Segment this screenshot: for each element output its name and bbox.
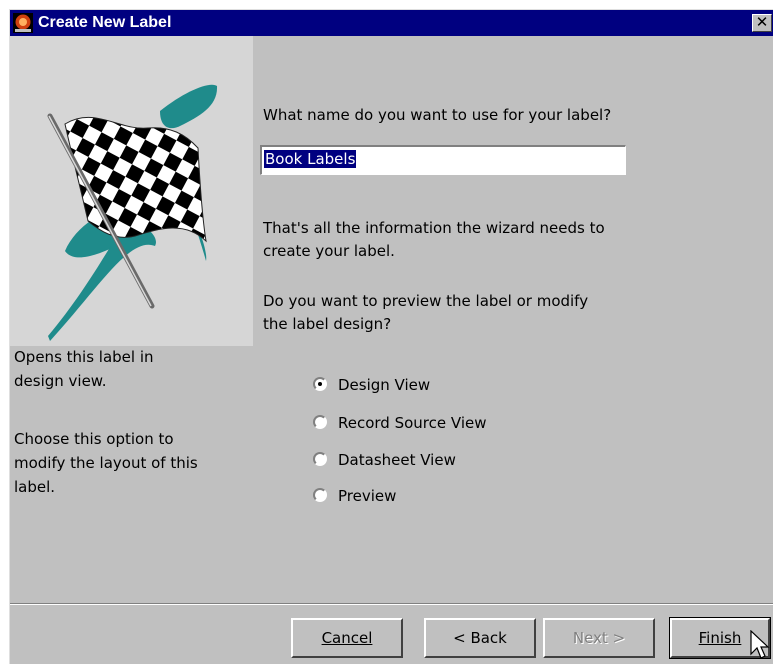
info-line-2: create your label. — [263, 242, 395, 260]
window-title: Create New Label — [38, 14, 172, 31]
button-separator — [10, 603, 773, 605]
mouse-pointer-icon — [750, 630, 770, 659]
radio-button[interactable] — [313, 415, 327, 429]
cancel-button[interactable]: Cancel — [291, 618, 403, 658]
radio-button[interactable] — [313, 452, 327, 466]
radio-button[interactable] — [313, 488, 327, 502]
close-icon: ✕ — [755, 13, 769, 31]
help-text-line-5: label. — [14, 478, 56, 496]
close-button[interactable]: ✕ — [752, 14, 772, 32]
question-line-2: the label design? — [263, 315, 392, 333]
wizard-illustration-panel — [10, 36, 253, 346]
label-name-value: Book Labels — [264, 150, 357, 168]
help-text-line-2: design view. — [14, 372, 107, 390]
option-label: Preview — [338, 487, 397, 505]
name-prompt: What name do you want to use for your la… — [263, 106, 612, 124]
question-line-1: Do you want to preview the label or modi… — [263, 292, 589, 310]
option-label: Datasheet View — [338, 451, 456, 469]
back-button[interactable]: < Back — [424, 618, 536, 658]
option-label: Record Source View — [338, 414, 487, 432]
option-label: Design View — [338, 376, 431, 394]
create-new-label-dialog: Create New Label ✕ What name do you want… — [9, 9, 773, 664]
next-button-label: Next > — [572, 629, 626, 647]
help-text-line-3: Choose this option to — [14, 430, 174, 448]
back-button-label: < Back — [453, 629, 507, 647]
help-text-line-1: Opens this label in — [14, 348, 154, 366]
cancel-button-label: Cancel — [321, 629, 373, 647]
label-name-input[interactable]: Book Labels — [260, 145, 626, 175]
checkered-flag-illustration — [47, 84, 218, 341]
radio-selected-dot — [318, 382, 322, 386]
info-line-1: That's all the information the wizard ne… — [263, 219, 605, 237]
app-icon — [13, 13, 33, 33]
radio-button[interactable] — [313, 377, 327, 391]
next-button[interactable]: Next > — [543, 618, 655, 658]
help-text-line-4: modify the layout of this — [14, 454, 198, 472]
finish-button-label: Finish — [698, 629, 742, 647]
title-bar[interactable]: Create New Label ✕ — [10, 10, 773, 36]
